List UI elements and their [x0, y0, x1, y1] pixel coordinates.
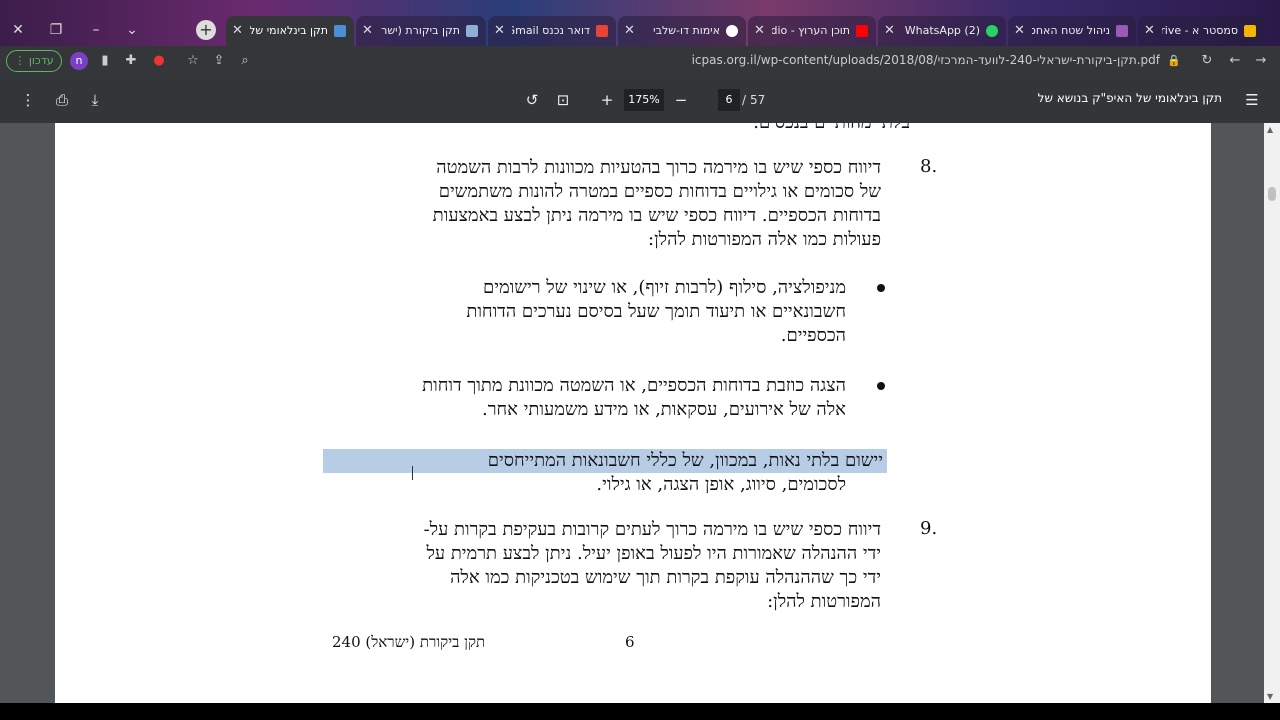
tab[interactable]: ✕ תקן ביקורת (ישר [356, 16, 486, 46]
vertical-scrollbar[interactable]: ▲ ▼ [1264, 123, 1280, 703]
scroll-up-icon[interactable]: ▲ [1267, 125, 1273, 134]
close-tab-icon[interactable]: ✕ [494, 16, 505, 46]
tab[interactable]: ✕ (2) WhatsApp [878, 16, 1006, 46]
tab-title: דואר נכנס Gmail [512, 24, 590, 37]
google-icon [726, 25, 738, 37]
total-pages: 57 [750, 93, 766, 107]
bullet [877, 382, 885, 390]
item-8-number: 8. [920, 156, 938, 177]
bottom-bar [0, 703, 1280, 720]
tab-strip: ✕ ❐ – ⌄ + ✕ תקן בינלאומי של ✕ תקן ביקורת… [0, 0, 1280, 46]
rotate-icon[interactable]: ↺ [522, 90, 542, 110]
scrollbar-thumb[interactable] [1268, 187, 1276, 201]
tab[interactable]: ✕ ניהול שטח האחס [1008, 16, 1136, 46]
close-tab-icon[interactable]: ✕ [1014, 16, 1025, 46]
bullet-3-line: לסכומים, סיווג, אופן הצגה, או גילוי. [596, 474, 846, 495]
tab-title: ניהול שטח האחס [1032, 24, 1110, 37]
close-tab-icon[interactable]: ✕ [362, 16, 373, 46]
pdf-viewer[interactable]: בלתי מהותיים בנכסים. 8. דיווח כספי שיש ב… [0, 123, 1280, 703]
share-icon[interactable]: ⇪ [210, 51, 228, 71]
item-9-line: ידי ההנהלה שאמורות היו לפעול באופן יעיל.… [426, 543, 882, 564]
pdf-favicon-icon [334, 25, 346, 37]
item-9-line: דיווח כספי שיש בו מירמה כרוך לעתים קרובו… [423, 519, 881, 540]
footer-page-number: 6 [625, 633, 635, 651]
tab[interactable]: ✕ אימות דו-שלבי [618, 16, 746, 46]
minimize-window-icon[interactable]: – [82, 16, 110, 44]
item-8-line: פעולות כמו אלה המפורטות להלן: [648, 229, 881, 250]
tab-title: תוכן הערוץ - dio [772, 24, 850, 37]
gmail-icon [596, 25, 608, 37]
footer-title: תקן ביקורת (ישראל) 240 [332, 633, 486, 651]
close-window-icon[interactable]: ✕ [4, 16, 32, 44]
extensions-icon[interactable]: ✚ [122, 51, 140, 71]
search-icon[interactable]: ⌕ [236, 51, 254, 71]
item-9-line: המפורטות להלן: [767, 591, 881, 612]
tab[interactable]: ✕ סמסטר א - Drive [1138, 16, 1264, 46]
forward-icon[interactable]: ← [1226, 51, 1244, 71]
selected-text-line[interactable]: יישום בלתי נאות, במכוון, של כללי חשבונאו… [323, 449, 887, 473]
more-options-icon[interactable]: ⋮ [18, 90, 38, 110]
tab-title: תקן בינלאומי של [250, 24, 328, 37]
tab-title: סמסטר א - Drive [1162, 24, 1238, 37]
bullet-2-line: אלה של אירועים, עסקאות, או מידע משמעותי … [481, 399, 846, 420]
drive-icon [1244, 25, 1256, 37]
page-number-input[interactable]: 6 [718, 89, 740, 111]
item-9-line: ידי כך שההנהלה עוקפת בקרות תוך שימוש בטכ… [450, 567, 881, 588]
pdf-page: בלתי מהותיים בנכסים. 8. דיווח כספי שיש ב… [55, 123, 1211, 703]
bullet-1-line: מניפולציה, סילוף (לרבות זיוף), או שינוי … [483, 277, 846, 298]
tab-title: תקן ביקורת (ישר [381, 24, 460, 37]
zoom-in-icon[interactable]: + [597, 90, 617, 110]
close-tab-icon[interactable]: ✕ [754, 16, 765, 46]
zoom-out-icon[interactable]: − [671, 90, 691, 110]
close-tab-icon[interactable]: ✕ [232, 16, 243, 46]
close-tab-icon[interactable]: ✕ [624, 16, 635, 46]
bullet-1-line: הכספיים. [780, 325, 846, 346]
sidebar-icon[interactable]: ▮ [96, 51, 114, 71]
text-cursor-icon [412, 466, 418, 480]
top-fragment: בלתי מהותיים בנכסים. [700, 123, 910, 135]
reload-icon[interactable]: ↻ [1198, 51, 1216, 71]
new-tab-button[interactable]: + [196, 20, 216, 40]
bullet-2-line: הצגה כוזבת בדוחות הכספיים, או השמטה מכוו… [422, 375, 846, 396]
fit-page-icon[interactable]: ⊡ [553, 90, 573, 110]
favicon-icon [1116, 25, 1128, 37]
tab-active[interactable]: ✕ תקן בינלאומי של [226, 16, 354, 46]
item-9-number: 9. [920, 518, 938, 539]
youtube-extension-icon[interactable]: ● [150, 51, 168, 71]
close-tab-icon[interactable]: ✕ [884, 16, 895, 46]
bullet [877, 284, 885, 292]
lock-icon: 🔒 [1167, 54, 1181, 67]
restore-window-icon[interactable]: ❐ [42, 16, 70, 44]
print-icon[interactable]: ⎙ [52, 90, 72, 110]
item-8-line: של סכומים או גילויים בדוחות כספיים במטרה… [438, 181, 881, 202]
pdf-toolbar: ⋮ ⎙ ⤓ ↺ ⊡ + 175% − 6 / 57 תקן בינלאומי ש… [0, 76, 1280, 123]
bullet-1-line: חשבונאיים או תיעוד תומך שעל בסיסם נערכים… [466, 301, 846, 322]
whatsapp-icon [986, 25, 998, 37]
item-8-line: דיווח כספי שיש בו מירמה כרוך בהטעיות מכו… [436, 157, 881, 178]
bookmark-star-icon[interactable]: ☆ [184, 51, 202, 71]
address-bar: ⋮ עדכון n ▮ ✚ ● ☆ ⇪ ⌕ icpas.org.il/wp-co… [0, 46, 1280, 76]
tab-title: אימות דו-שלבי [653, 24, 720, 37]
url-field[interactable]: icpas.org.il/wp-content/uploads/2018/08/… [600, 53, 1160, 67]
download-icon[interactable]: ⤓ [85, 90, 105, 110]
scroll-down-icon[interactable]: ▼ [1267, 692, 1273, 701]
youtube-icon [856, 25, 868, 37]
profile-avatar[interactable]: n [70, 52, 88, 70]
update-button[interactable]: ⋮ עדכון [6, 50, 62, 72]
back-icon[interactable]: → [1252, 51, 1270, 71]
tab-title: (2) WhatsApp [904, 24, 980, 37]
pdf-title: תקן בינלאומי של האיפ"ק בנושא של [1037, 91, 1222, 105]
item-8-line: בדוחות הכספיים. דיווח כספי שיש בו מירמה … [432, 205, 881, 226]
menu-icon[interactable]: ☰ [1242, 90, 1262, 110]
zoom-level[interactable]: 175% [624, 89, 664, 111]
page-separator: / [742, 93, 747, 107]
close-tab-icon[interactable]: ✕ [1144, 16, 1155, 46]
favicon-icon [466, 25, 478, 37]
tab[interactable]: ✕ דואר נכנס Gmail [488, 16, 616, 46]
tab[interactable]: ✕ תוכן הערוץ - dio [748, 16, 876, 46]
tab-search-icon[interactable]: ⌄ [118, 16, 146, 44]
